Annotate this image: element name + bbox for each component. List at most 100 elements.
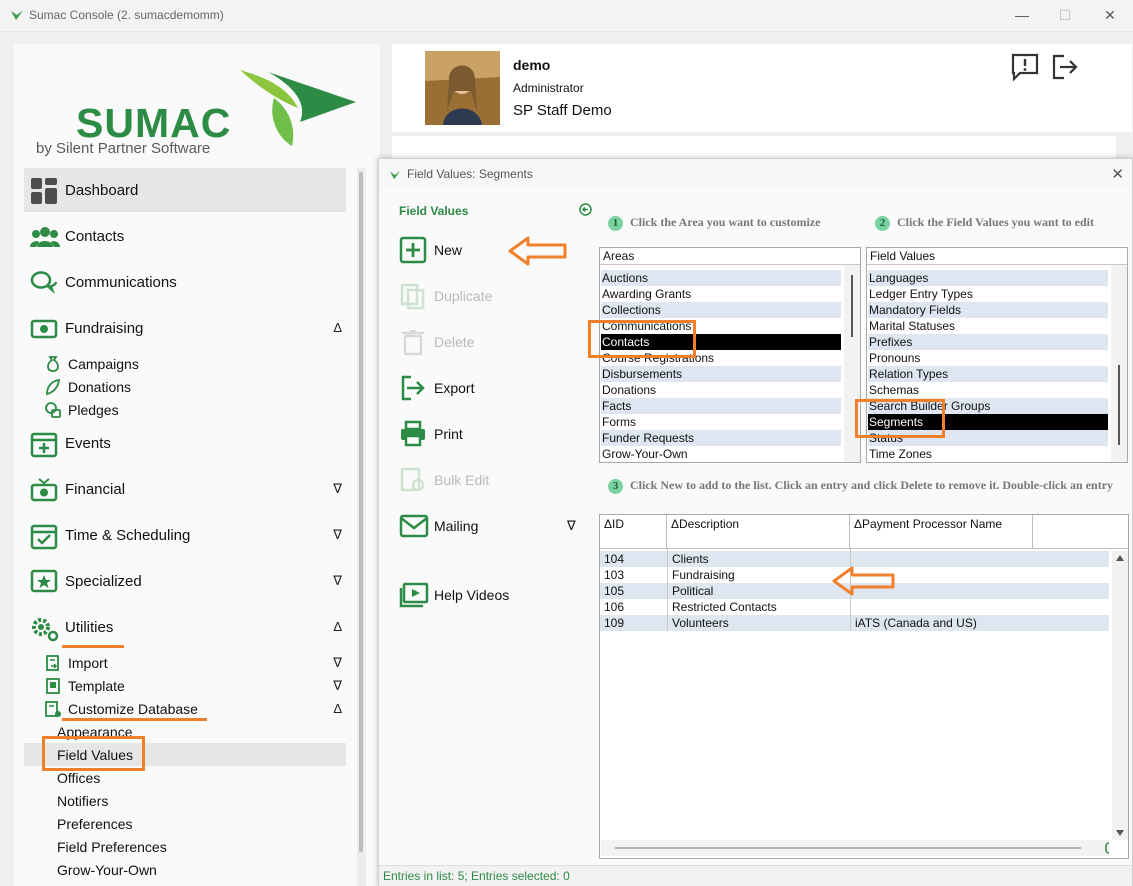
nav-time-scheduling[interactable]: Time & Scheduling ∇ [24, 513, 346, 557]
nav-notifiers[interactable]: Notifiers [24, 789, 346, 812]
nav-campaigns[interactable]: Campaigns [24, 352, 346, 375]
expand-arrow-icon[interactable]: ∇ [567, 518, 576, 534]
field-value-item[interactable]: Schemas [868, 382, 1108, 398]
collapse-arrow-icon[interactable]: Δ [333, 320, 342, 335]
area-item[interactable]: Auctions [601, 270, 841, 286]
column-header-payment-processor[interactable]: ΔPayment Processor Name [850, 515, 1033, 549]
field-values-scrollbar[interactable] [1111, 265, 1127, 462]
grid-scrollbar[interactable] [1112, 551, 1128, 840]
area-item[interactable]: Disbursements [601, 366, 841, 382]
highlight-contacts-area [588, 320, 696, 358]
field-value-item[interactable]: Languages [868, 270, 1108, 286]
nav-communications[interactable]: Communications [24, 260, 346, 304]
cell-id: 104 [604, 552, 625, 566]
collapse-arrow-icon[interactable]: Δ [333, 701, 342, 716]
scrollbar-thumb[interactable] [1118, 365, 1120, 445]
area-item[interactable]: Donations [601, 382, 841, 398]
nav-donations[interactable]: Donations [24, 375, 346, 398]
scrollbar-thumb[interactable] [851, 275, 853, 337]
area-item[interactable]: Grow-Your-Own [601, 446, 841, 462]
actions-title: Field Values [399, 204, 469, 218]
nav-label: Donations [68, 379, 132, 395]
action-label: New [434, 242, 463, 258]
field-value-item[interactable]: Ledger Entry Types [868, 286, 1108, 302]
expand-arrow-icon[interactable]: ∇ [333, 655, 342, 671]
window-close-button[interactable]: ✕ [1096, 4, 1124, 26]
collapse-panel-icon[interactable] [579, 203, 592, 219]
area-item[interactable]: Funder Requests [601, 430, 841, 446]
action-label: Bulk Edit [434, 472, 490, 488]
step-3-instruction: 3 Click New to add to the list. Click an … [608, 478, 1113, 494]
expand-arrow-icon[interactable]: ∇ [333, 481, 342, 497]
nav-grow-your-own[interactable]: Grow-Your-Own [24, 858, 346, 881]
avatar[interactable] [425, 51, 500, 125]
app-logo-icon [10, 9, 24, 24]
nav-contacts[interactable]: Contacts [24, 214, 346, 258]
expand-arrow-icon[interactable]: ∇ [333, 527, 342, 543]
underline-customize-database [62, 718, 207, 721]
area-item[interactable]: Forms [601, 414, 841, 430]
expand-arrow-icon[interactable]: ∇ [333, 678, 342, 694]
field-value-item[interactable]: Mandatory Fields [868, 302, 1108, 318]
printer-icon [399, 420, 427, 448]
grid-horizontal-scrollbar[interactable] [601, 840, 1114, 856]
area-item[interactable]: Facts [601, 398, 841, 414]
area-item[interactable]: Collections [601, 302, 841, 318]
help-videos-button[interactable]: Help Videos [397, 579, 577, 611]
field-value-item[interactable]: Pronouns [868, 350, 1108, 366]
chat-bubbles-icon [30, 269, 58, 297]
action-label: Export [434, 380, 475, 396]
nav-dashboard[interactable]: Dashboard [24, 168, 346, 212]
maximize-button[interactable]: ☐ [1051, 4, 1079, 26]
action-label: Print [434, 426, 463, 442]
expand-arrow-icon[interactable]: ∇ [333, 573, 342, 589]
nav-financial[interactable]: Financial ∇ [24, 467, 346, 511]
column-header-id[interactable]: ΔID [600, 515, 667, 549]
field-value-item[interactable]: Time Zones [868, 446, 1108, 462]
nav-label: Financial [65, 481, 126, 498]
scrollbar-thumb[interactable] [359, 172, 363, 852]
nav-fundraising[interactable]: Fundraising Δ [24, 306, 346, 350]
export-button[interactable]: Export [397, 372, 577, 404]
dialog-close-button[interactable]: ✕ [1111, 165, 1124, 183]
step-text: Click the Area you want to customize [630, 215, 821, 229]
nav-import[interactable]: Import ∇ [24, 651, 346, 674]
nav-events[interactable]: Events [24, 421, 346, 465]
money-bag-icon [44, 355, 62, 373]
field-value-item[interactable]: Prefixes [868, 334, 1108, 350]
duplicate-button[interactable]: Duplicate [397, 280, 577, 312]
nav-specialized[interactable]: Specialized ∇ [24, 559, 346, 603]
sort-marker: Δ [854, 517, 863, 531]
nav-label: Preferences [57, 816, 133, 832]
cell-description: Volunteers [672, 616, 729, 630]
nav-template[interactable]: Template ∇ [24, 674, 346, 697]
nav-field-preferences[interactable]: Field Preferences [24, 835, 346, 858]
table-row[interactable]: 106 Restricted Contacts [600, 599, 1109, 615]
area-item[interactable]: Awarding Grants [601, 286, 841, 302]
nav-utilities[interactable]: Utilities Δ [24, 605, 346, 649]
field-value-item[interactable]: Relation Types [868, 366, 1108, 382]
column-header-description[interactable]: ΔDescription [667, 515, 850, 549]
column-label: ID [612, 517, 625, 531]
action-label: Delete [434, 334, 475, 350]
nav-preferences[interactable]: Preferences [24, 812, 346, 835]
feedback-icon[interactable] [1010, 52, 1040, 82]
mailing-button[interactable]: Mailing ∇ [397, 510, 577, 542]
field-value-item[interactable]: Marital Statuses [868, 318, 1108, 334]
people-icon [30, 223, 60, 251]
nav-pledges[interactable]: Pledges [24, 398, 346, 421]
bulk-edit-button[interactable]: Bulk Edit [397, 464, 577, 496]
nav-label: Communications [65, 274, 177, 291]
table-row[interactable]: 109 Volunteers iATS (Canada and US) [600, 615, 1109, 631]
print-button[interactable]: Print [397, 418, 577, 450]
minimize-button[interactable]: — [1008, 4, 1036, 26]
nav-customize-database[interactable]: Customize Database Δ [24, 697, 346, 720]
nav-scrollbar[interactable] [357, 168, 366, 886]
step-number: 3 [608, 479, 623, 494]
collapse-arrow-icon[interactable]: Δ [333, 619, 342, 634]
column-label: Description [679, 517, 740, 531]
delete-button[interactable]: Delete [397, 326, 577, 358]
envelope-icon [399, 512, 429, 540]
action-label: Duplicate [434, 288, 493, 304]
logout-icon[interactable] [1050, 52, 1080, 82]
